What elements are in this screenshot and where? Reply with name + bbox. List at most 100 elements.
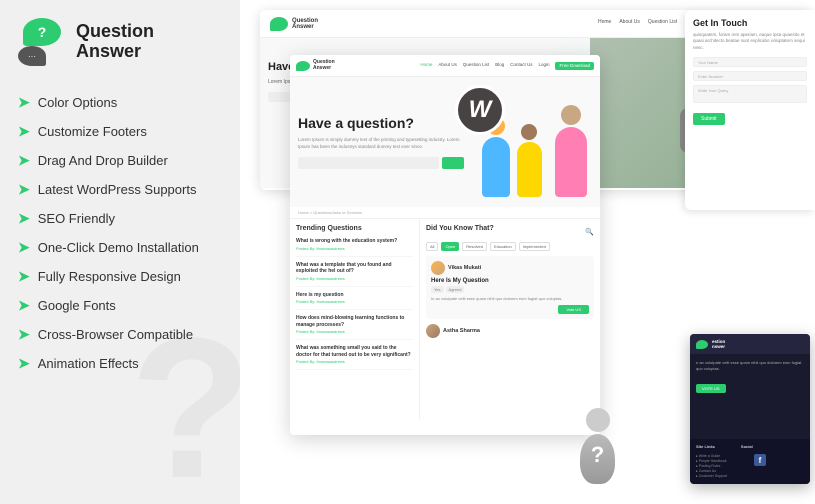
arrow-icon-5: ➤	[18, 210, 30, 227]
ms-answer-text: In ao volutpate velit esse quam nihil qu…	[431, 296, 589, 302]
ms-search-button[interactable]	[442, 157, 464, 169]
ms-nav-links: Home About Us Question List Blog Contact…	[420, 62, 594, 70]
git-submit-button[interactable]: Submit	[693, 113, 725, 125]
desktop-logo-bubble	[270, 17, 288, 31]
facebook-icon[interactable]: f	[754, 454, 766, 466]
ms-question-item-4: How does mind-blowing learning functions…	[296, 315, 413, 340]
desktop-nav-qlist: Question List	[648, 19, 677, 29]
dark-footer-link-5: ▸ Customer Support	[696, 474, 746, 478]
person-2	[555, 127, 587, 197]
ms-q-meta-4: Posted By: thomasandrews	[296, 329, 413, 334]
arrow-icon-9: ➤	[18, 326, 30, 343]
ms-vote-button[interactable]: Vote US	[558, 305, 589, 314]
ms-filter-open[interactable]: Open	[441, 242, 459, 251]
dark-vote-button[interactable]: VOTE US	[696, 384, 726, 393]
feature-label-9: Cross-Browser Compatible	[38, 327, 193, 342]
ms-filter-education[interactable]: Education	[490, 242, 516, 251]
arrow-icon-1: ➤	[18, 94, 30, 111]
feature-item-9: ➤ Cross-Browser Compatible	[18, 326, 222, 343]
person-body-1	[482, 137, 510, 197]
feature-label-8: Google Fonts	[38, 298, 116, 313]
dark-header: estionnswer	[690, 334, 810, 354]
ms-search	[298, 157, 464, 169]
ms-trending-left: Trending Questions What is wrong with th…	[290, 219, 420, 419]
feature-item-2: ➤ Customize Footers	[18, 123, 222, 140]
feature-item-7: ➤ Fully Responsive Design	[18, 268, 222, 285]
feature-label-7: Fully Responsive Design	[38, 269, 181, 284]
feature-label-10: Animation Effects	[38, 356, 139, 371]
arrow-icon-4: ➤	[18, 181, 30, 198]
feature-item-10: ➤ Animation Effects	[18, 355, 222, 372]
ms-avatar-inner	[431, 261, 445, 275]
feature-item-5: ➤ SEO Friendly	[18, 210, 222, 227]
dark-body-text: n ao volutpate velit esse quam nihil quo…	[696, 360, 804, 372]
desktop-nav-home: Home	[598, 19, 611, 29]
ms-q-text-4: How does mind-blowing learning functions…	[296, 315, 413, 328]
person-head-2	[561, 105, 581, 125]
ms-answer-title: Here Is My Question	[431, 278, 589, 284]
ms-user-avatar	[431, 261, 445, 275]
feature-label-3: Drag And Drop Builder	[38, 153, 168, 168]
ms-trending-title: Trending Questions	[296, 225, 413, 232]
ms-nav: QuestionAnswer Home About Us Question Li…	[290, 55, 600, 77]
ms-filter-all[interactable]: All	[426, 242, 438, 251]
left-panel: ? ··· Question Answer ➤ Color Options ➤ …	[0, 0, 240, 504]
person-body-2	[555, 127, 587, 197]
dark-footer: Site Links Social ▸ Write a Guide ▸ Peop…	[690, 439, 810, 484]
logo-area: ? ··· Question Answer	[18, 18, 222, 66]
feature-label-6: One-Click Demo Installation	[38, 240, 199, 255]
gray-figure-body: ?	[580, 434, 615, 484]
feature-item-8: ➤ Google Fonts	[18, 297, 222, 314]
dark-footer-site-links: Site Links	[696, 444, 715, 449]
person-1	[482, 137, 510, 197]
ms-nav-about: About Us	[438, 62, 457, 70]
ms-nav-contact: Contact Us	[510, 62, 532, 70]
ms-question-item-1: What is wrong with the education system?…	[296, 238, 413, 257]
feature-item-1: ➤ Color Options	[18, 94, 222, 111]
arrow-icon-3: ➤	[18, 152, 30, 169]
ms-breadcrumb: Home > Questions/Asks or Services	[290, 207, 600, 219]
wp-letter: W	[469, 96, 492, 124]
ms-question-item-2: What was a template that you found and e…	[296, 262, 413, 287]
ms-filter-implemented[interactable]: Implemented	[519, 242, 550, 251]
git-phone-input[interactable]: Enter Number	[693, 71, 807, 81]
ms-tag-2: Agreed	[446, 286, 465, 293]
get-in-touch-panel: Get In Touch quisquatem, foram rem aperi…	[685, 10, 815, 210]
git-name-input[interactable]: Your Name	[693, 57, 807, 67]
feature-item-3: ➤ Drag And Drop Builder	[18, 152, 222, 169]
dark-content: n ao volutpate velit esse quam nihil quo…	[690, 354, 810, 401]
ms-hero-title: Have a question?	[298, 115, 464, 132]
dark-footer-col-1: ▸ Write a Guide ▸ People Handbook ▸ Post…	[696, 454, 746, 479]
logo-line1: Question	[76, 22, 154, 42]
dark-footer-social: Social	[741, 444, 753, 449]
ms-q-text-3: Here is my question	[296, 292, 413, 299]
git-query-input[interactable]: Write Your Query	[693, 85, 807, 103]
logo-bubble-main: ?	[23, 18, 61, 46]
feature-label-4: Latest WordPress Supports	[38, 182, 197, 197]
main-screenshot: QuestionAnswer Home About Us Question Li…	[290, 55, 600, 435]
ms-answer-tags: Yes Agreed	[431, 286, 589, 293]
features-list: ➤ Color Options ➤ Customize Footers ➤ Dr…	[18, 94, 222, 372]
ms-logo: QuestionAnswer	[296, 60, 335, 71]
gray-figure-head	[586, 408, 610, 432]
logo-bubble-small: ···	[18, 46, 46, 66]
ms-question-item-5: What was something small you said to the…	[296, 345, 413, 370]
ms-q-meta-3: Posted By: thomasandrews	[296, 299, 413, 304]
ms-filter-resolved[interactable]: Resolved	[462, 242, 487, 251]
ms-q-text-5: What was something small you said to the…	[296, 345, 413, 358]
logo-line2: Answer	[76, 42, 154, 62]
ms-logo-bubble	[296, 61, 310, 71]
logo-icon: ? ···	[18, 18, 66, 66]
arrow-icon-8: ➤	[18, 297, 30, 314]
ms-nav-freedl: Free Download	[555, 62, 594, 70]
ms-answers-panel: Did You Know That? 🔍 All Open Resolved E…	[420, 219, 600, 419]
dark-footer-link-2: ▸ People Handbook	[696, 459, 746, 463]
ms-q-text-2: What was a template that you found and e…	[296, 262, 413, 275]
feature-label-5: SEO Friendly	[38, 211, 115, 226]
dark-logo-bubble	[696, 340, 708, 349]
wp-circle: W	[455, 85, 505, 135]
feature-label-2: Customize Footers	[38, 124, 147, 139]
ms-search-input[interactable]	[298, 157, 439, 169]
ms-q-meta-5: Posted By: thomasandrews	[296, 359, 413, 364]
person-head-3	[521, 124, 537, 140]
